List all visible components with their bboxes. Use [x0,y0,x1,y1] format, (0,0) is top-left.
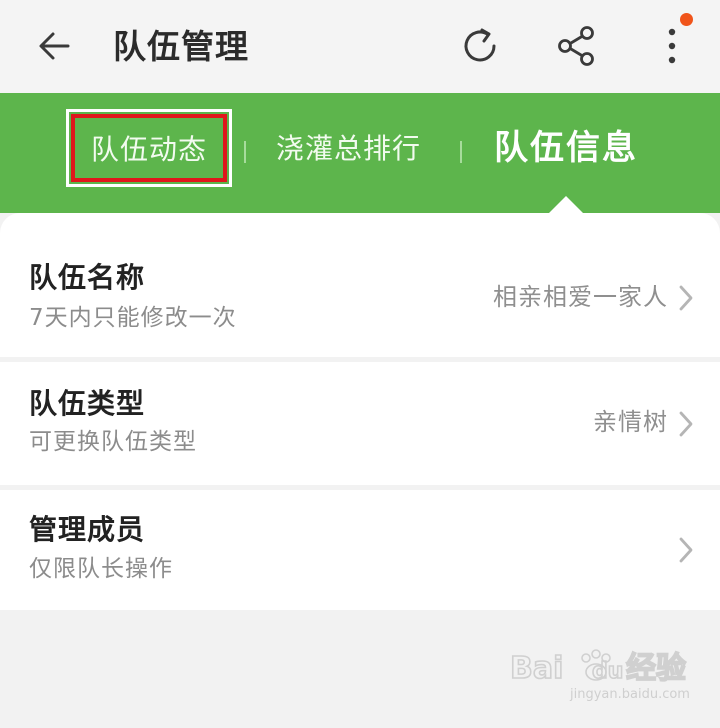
tab-label: 队伍动态 [90,133,207,166]
row-subtitle: 仅限队长操作 [29,556,173,582]
share-icon [558,26,594,66]
tab-divider [460,141,462,163]
row-subtitle: 7天内只能修改一次 [29,305,237,331]
tab-team-dynamics[interactable]: 队伍动态 [66,109,232,187]
baidu-jingyan-watermark: Bai du 经验 jingyan.baidu.com [509,649,690,702]
more-menu-button[interactable] [650,24,694,68]
tab-divider [244,141,246,163]
row-title: 管理成员 [29,513,146,546]
back-arrow-icon [39,32,70,60]
notification-dot [680,13,693,26]
active-tab-indicator [548,196,584,214]
watermark-text-bai: Bai [510,651,563,686]
chevron-right-icon [679,537,693,563]
row-title: 队伍类型 [29,387,146,420]
row-value: 亲情树 [593,408,668,436]
team-name-row[interactable]: 队伍名称 7天内只能修改一次 相亲相爱一家人 [0,213,720,357]
chevron-right-icon [679,285,693,311]
team-type-row[interactable]: 队伍类型 可更换队伍类型 亲情树 [0,362,720,485]
refresh-button[interactable] [458,24,502,68]
share-button[interactable] [554,24,598,68]
row-title: 队伍名称 [29,261,146,294]
more-vertical-icon [668,28,676,64]
chevron-right-icon [679,411,693,437]
watermark-subtext: jingyan.baidu.com [569,687,690,702]
app-header: 队伍管理 [0,0,720,93]
row-value: 相亲相爱一家人 [493,283,668,311]
row-subtitle: 可更换队伍类型 [29,429,197,455]
back-button[interactable] [34,26,74,66]
tab-watering-ranking[interactable]: 浇灌总排行 [276,129,421,169]
watermark-text-jingyan: 经验 [626,651,686,686]
manage-members-row[interactable]: 管理成员 仅限队长操作 [0,490,720,610]
refresh-icon [464,28,496,62]
tab-bar: 队伍动态 浇灌总排行 队伍信息 [0,93,720,213]
highlight-box: 队伍动态 [71,114,227,182]
watermark-text-du: du [592,659,623,684]
tab-team-info[interactable]: 队伍信息 [494,123,638,173]
page-title: 队伍管理 [113,27,249,66]
